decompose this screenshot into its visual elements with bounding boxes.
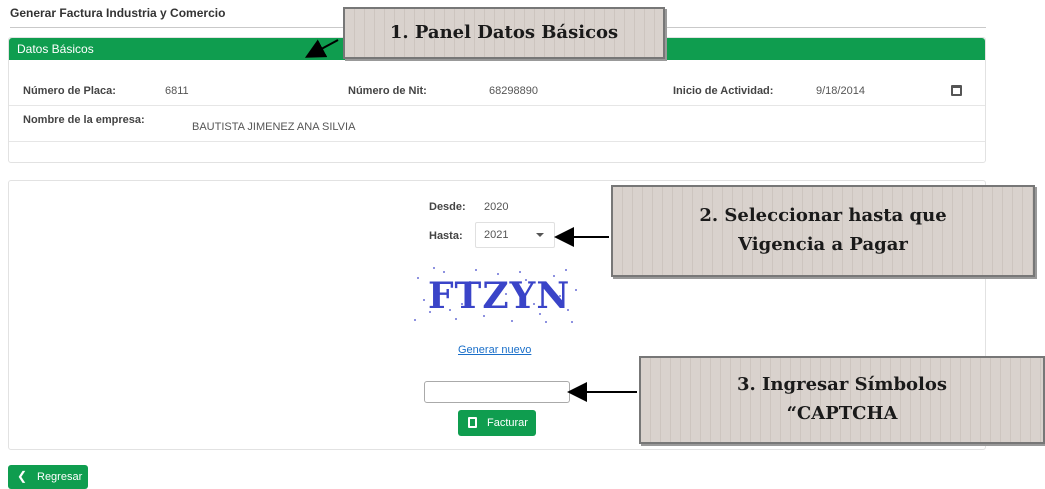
inicio-actividad-label: Inicio de Actividad:: [673, 85, 774, 97]
numero-placa-value: 6811: [165, 85, 189, 97]
generar-nuevo-link[interactable]: Generar nuevo: [458, 344, 531, 356]
datos-row-2: Nombre de la empresa: BAUTISTA JIMENEZ A…: [9, 106, 985, 142]
hasta-select-value: 2021: [484, 229, 509, 241]
desde-value: 2020: [484, 201, 509, 213]
callout-panel-datos-basicos: 1. Panel Datos Básicos: [343, 7, 665, 59]
regresar-button[interactable]: ❮ Regresar: [8, 465, 88, 489]
datos-row-1: Número de Placa: 6811 Número de Nit: 682…: [9, 78, 985, 106]
regresar-label: Regresar: [37, 471, 83, 483]
hasta-label: Hasta:: [429, 230, 463, 242]
desde-label: Desde:: [429, 201, 466, 213]
callout-1-text: 1. Panel Datos Básicos: [389, 21, 619, 43]
nombre-empresa-label: Nombre de la empresa:: [23, 114, 145, 126]
facturar-label: Facturar: [487, 417, 528, 429]
chevron-down-icon: [536, 233, 544, 237]
nombre-empresa-value: BAUTISTA JIMENEZ ANA SILVIA: [192, 121, 356, 133]
calendar-icon[interactable]: [951, 85, 962, 96]
chevron-left-icon: ❮: [17, 469, 28, 483]
inicio-actividad-value: 9/18/2014: [816, 85, 865, 97]
captcha-image: FTZYN: [410, 264, 582, 326]
numero-nit-label: Número de Nit:: [348, 85, 427, 97]
callout-2-line-2: Vigencia a Pagar: [738, 234, 908, 255]
numero-nit-value: 68298890: [489, 85, 538, 97]
callout-3-line-1: 3. Ingresar Símbolos: [736, 374, 948, 396]
facturar-button[interactable]: Facturar: [458, 410, 536, 436]
captcha-text: FTZYN: [428, 275, 570, 317]
captcha-input[interactable]: [424, 381, 570, 403]
callout-seleccionar-vigencia: 2. Seleccionar hasta que Vigencia a Paga…: [611, 185, 1035, 277]
callout-2-line-1: 2. Seleccionar hasta que: [699, 205, 947, 227]
callout-ingresar-captcha: 3. Ingresar Símbolos “CAPTCHA: [639, 356, 1045, 444]
document-icon: [468, 417, 477, 428]
numero-placa-label: Número de Placa:: [23, 85, 116, 97]
callout-3-line-2: “CAPTCHA: [786, 403, 898, 424]
page-title: Generar Factura Industria y Comercio: [10, 6, 226, 20]
hasta-select[interactable]: 2021: [475, 222, 555, 248]
